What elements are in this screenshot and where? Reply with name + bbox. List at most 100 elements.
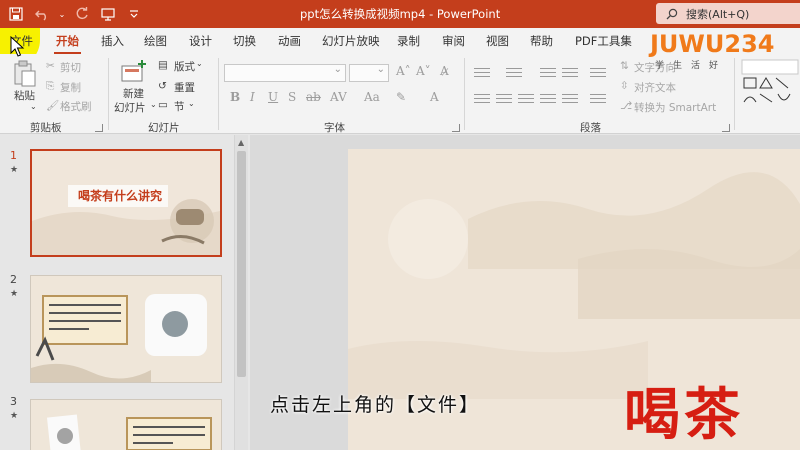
highlight-color-icon[interactable]: ✎ — [396, 90, 406, 104]
clipboard-launcher-icon[interactable] — [95, 124, 103, 132]
mouse-cursor-icon — [10, 35, 26, 61]
animation-star-icon: ★ — [10, 165, 19, 175]
slide-main-title: 喝茶 — [624, 383, 744, 448]
layout-button[interactable]: 版式 — [174, 59, 195, 74]
tab-animations[interactable]: 动画 — [278, 33, 301, 49]
undo-icon[interactable] — [32, 4, 52, 24]
chevron-down-icon[interactable]: ⌄ — [188, 99, 195, 108]
format-painter-button[interactable]: 格式刷 — [60, 99, 92, 114]
group-font-label: 字体 — [324, 122, 345, 134]
bold-icon[interactable]: B — [230, 90, 240, 104]
align-text-icon[interactable]: ⇳ — [620, 80, 629, 92]
watermark-tagline: 学生活好 — [655, 61, 728, 71]
tab-transitions[interactable]: 切换 — [233, 33, 256, 49]
underline-icon[interactable]: U — [268, 90, 278, 104]
paste-icon[interactable] — [12, 60, 38, 91]
section-button[interactable]: 节 — [174, 99, 185, 114]
scroll-thumb[interactable] — [237, 151, 246, 377]
animation-star-icon: ★ — [10, 411, 19, 421]
reset-icon[interactable]: ↺ — [158, 80, 167, 92]
tab-help[interactable]: 帮助 — [530, 33, 553, 49]
group-separator — [218, 58, 219, 130]
title-bar: ⌄ ppt怎么转换成视频mp4 - PowerPoint 搜索(Alt+Q) — [0, 0, 800, 28]
slideshow-icon[interactable] — [98, 4, 118, 24]
paragraph-launcher-icon[interactable] — [722, 124, 730, 132]
decrease-font-icon[interactable]: A˅ — [416, 64, 431, 78]
group-paragraph-label: 段落 — [580, 122, 601, 134]
align-left-icon[interactable] — [474, 94, 490, 106]
increase-indent-icon[interactable] — [562, 68, 578, 80]
slide-thumbnail-1[interactable]: 喝茶有什么讲究 — [30, 149, 222, 257]
font-color-icon[interactable]: A — [430, 90, 439, 104]
copy-icon[interactable]: ⎘ — [46, 80, 54, 93]
save-icon[interactable] — [6, 4, 26, 24]
copy-button[interactable]: 复制 — [60, 80, 81, 95]
change-case-icon[interactable]: Aa — [364, 90, 380, 104]
line-spacing-icon[interactable] — [590, 68, 606, 80]
tab-record[interactable]: 录制 — [397, 33, 420, 49]
bullets-icon[interactable] — [474, 68, 490, 80]
video-subtitle: 点击左上角的【文件】 — [270, 394, 481, 416]
tab-view[interactable]: 视图 — [486, 33, 509, 49]
group-slides-label: 幻灯片 — [148, 122, 180, 134]
thumbnail-scrollbar[interactable]: ▲ — [234, 135, 248, 450]
tab-design[interactable]: 设计 — [189, 33, 212, 49]
cut-icon[interactable]: ✂ — [46, 60, 55, 72]
tab-pdf-tools[interactable]: PDF工具集 — [575, 33, 632, 49]
text-direction-icon[interactable]: ⇅ — [620, 60, 629, 72]
paste-button[interactable]: 粘贴 — [14, 88, 35, 103]
tab-draw[interactable]: 绘图 — [144, 33, 167, 49]
align-text-button[interactable]: 对齐文本 — [634, 80, 676, 95]
slide-thumbnail-2[interactable] — [30, 275, 222, 383]
reset-button[interactable]: 重置 — [174, 80, 195, 95]
justify-icon[interactable] — [540, 94, 556, 106]
smartart-icon[interactable]: ⎇ — [620, 100, 632, 112]
layout-icon[interactable]: ▤ — [158, 59, 168, 71]
group-separator — [464, 58, 465, 130]
chevron-down-icon[interactable]: ⌄ — [196, 59, 203, 68]
search-box[interactable]: 搜索(Alt+Q) — [656, 3, 800, 24]
customize-qat-icon[interactable] — [124, 4, 144, 24]
quick-access-toolbar: ⌄ — [6, 4, 144, 24]
clear-format-icon[interactable]: A̷ — [440, 64, 449, 78]
slide-1-title: 喝茶有什么讲究 — [78, 189, 163, 203]
align-right-icon[interactable] — [518, 94, 534, 106]
group-clipboard-label: 剪贴板 — [30, 122, 62, 134]
slide-number: 3 — [10, 395, 17, 408]
new-slide-icon[interactable] — [120, 58, 148, 87]
tab-home[interactable]: 开始 — [54, 33, 81, 55]
numbering-icon[interactable] — [506, 68, 522, 80]
redo-icon[interactable] — [72, 4, 92, 24]
section-icon[interactable]: ▭ — [158, 99, 168, 111]
distributed-icon[interactable] — [562, 94, 578, 106]
tab-slideshow[interactable]: 幻灯片放映 — [322, 33, 380, 49]
chevron-down-icon[interactable]: ⌄ — [30, 102, 37, 111]
scroll-up-icon[interactable]: ▲ — [238, 138, 244, 147]
slide-thumbnail-3[interactable] — [30, 399, 222, 450]
columns-icon[interactable] — [590, 94, 606, 106]
cut-button[interactable]: 剪切 — [60, 60, 81, 75]
decrease-indent-icon[interactable] — [540, 68, 556, 80]
font-launcher-icon[interactable] — [452, 124, 460, 132]
font-name-combo[interactable] — [224, 64, 346, 82]
animation-star-icon: ★ — [10, 289, 19, 299]
tab-review[interactable]: 审阅 — [442, 33, 465, 49]
increase-font-icon[interactable]: A˄ — [396, 64, 411, 78]
search-placeholder: 搜索(Alt+Q) — [686, 7, 750, 21]
italic-icon[interactable]: I — [250, 90, 255, 104]
smartart-button[interactable]: 转换为 SmartArt — [634, 100, 716, 115]
font-size-combo[interactable] — [349, 64, 389, 82]
group-separator — [108, 58, 109, 130]
strikethrough-icon[interactable]: ab — [306, 90, 321, 104]
new-slide-button-line2[interactable]: 幻灯片 — [114, 100, 146, 115]
chevron-down-icon[interactable]: ⌄ — [150, 100, 157, 109]
slide-number: 1 — [10, 149, 17, 162]
format-painter-icon[interactable]: 🖌 — [46, 99, 59, 112]
slide-thumbnails-pane: 1 ★ 喝茶有什么讲究 2 ★ 3 ★ ▲ — [0, 135, 250, 450]
char-spacing-icon[interactable]: AV — [330, 90, 347, 104]
align-center-icon[interactable] — [496, 94, 512, 106]
shadow-icon[interactable]: S — [288, 90, 296, 104]
tab-insert[interactable]: 插入 — [101, 33, 124, 49]
chevron-down-icon[interactable]: ⌄ — [58, 4, 66, 24]
new-slide-button[interactable]: 新建 — [123, 86, 144, 101]
